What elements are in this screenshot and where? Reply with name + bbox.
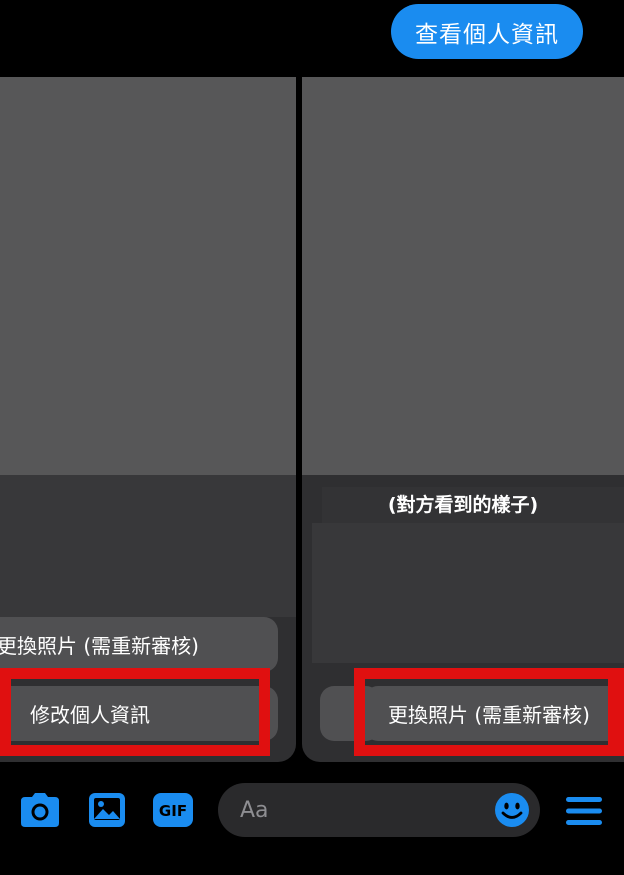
profile-photo xyxy=(302,77,624,475)
gif-icon[interactable]: GIF xyxy=(152,792,194,828)
view-profile-button[interactable]: 查看個人資訊 xyxy=(391,4,583,59)
chat-screen: 查看個人資訊 更換照片 (需重新審核) 修改個人資訊 (對方看到的樣子) 更換照… xyxy=(0,0,624,875)
edit-profile-button[interactable]: 修改個人資訊 xyxy=(0,686,278,741)
gif-label: GIF xyxy=(159,802,187,820)
profile-card-right: (對方看到的樣子) 更換照片 (需重新審核) xyxy=(302,77,624,762)
camera-icon[interactable] xyxy=(20,792,60,828)
profile-info-panel xyxy=(312,523,624,663)
profile-card-left: 更換照片 (需重新審核) 修改個人資訊 xyxy=(0,77,296,762)
preview-caption: (對方看到的樣子) xyxy=(387,494,539,516)
change-photo-button[interactable]: 更換照片 (需重新審核) xyxy=(364,686,624,741)
profile-info-panel xyxy=(0,475,296,617)
image-icon[interactable] xyxy=(88,792,126,828)
emoji-icon[interactable] xyxy=(494,792,530,828)
change-photo-button[interactable]: 更換照片 (需重新審核) xyxy=(0,617,278,672)
profile-photo xyxy=(0,77,296,475)
message-composer: GIF xyxy=(0,775,624,845)
message-field[interactable] xyxy=(218,783,540,837)
message-input[interactable] xyxy=(240,783,480,837)
menu-icon[interactable] xyxy=(565,795,603,827)
